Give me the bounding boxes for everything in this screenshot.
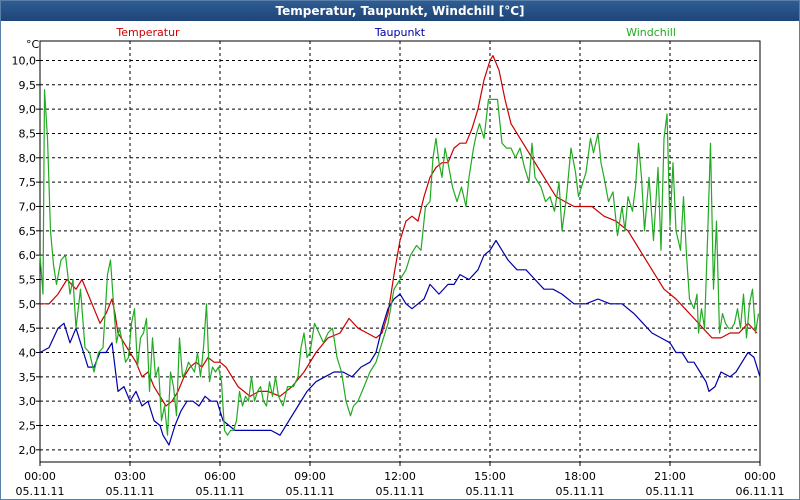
y-tick-label: 9,0 — [19, 103, 37, 116]
x-tick-date: 05.11.11 — [16, 485, 65, 498]
y-tick-label: 7,5 — [19, 176, 37, 189]
y-tick-label: 8,5 — [19, 127, 37, 140]
x-tick-time: 21:00 — [654, 470, 686, 483]
x-tick-date: 05.11.11 — [196, 485, 245, 498]
x-tick-date: 06.11.11 — [736, 485, 785, 498]
y-tick-label: 4,0 — [19, 346, 37, 359]
legend: Temperatur Taupunkt Windchill — [115, 26, 676, 39]
legend-item-temperatur: Temperatur — [115, 26, 180, 39]
x-tick-date: 05.11.11 — [466, 485, 515, 498]
y-tick-label: 2,5 — [19, 419, 37, 432]
x-tick-date: 05.11.11 — [556, 485, 605, 498]
x-axis: 00:00 05.11.11 03:00 05.11.11 06:00 05.11.11 0… — [16, 462, 785, 498]
y-tick-label: 5,0 — [19, 298, 37, 311]
x-tick-time: 00:00 — [24, 470, 56, 483]
x-tick-time: 12:00 — [384, 470, 416, 483]
x-tick-date: 05.11.11 — [106, 485, 155, 498]
y-tick-label: 6,5 — [19, 225, 37, 238]
x-tick-date: 05.11.11 — [376, 485, 425, 498]
x-tick-time: 00:00 — [744, 470, 776, 483]
y-axis: 2,0 2,5 3,0 3,5 4,0 4,5 5,0 5,5 6,0 6,5 7,0 7,5 8,0 8… — [12, 54, 40, 457]
x-tick-time: 06:00 — [204, 470, 236, 483]
y-tick-label: 3,5 — [19, 371, 37, 384]
legend-item-taupunkt: Taupunkt — [374, 26, 426, 39]
x-tick-date: 05.11.11 — [286, 485, 335, 498]
y-tick-label: 8,0 — [19, 152, 37, 165]
y-tick-label: 7,0 — [19, 200, 37, 213]
x-tick-time: 15:00 — [474, 470, 506, 483]
y-tick-label: 10,0 — [12, 54, 37, 67]
y-tick-label: 2,0 — [19, 444, 37, 457]
y-tick-label: 5,5 — [19, 273, 37, 286]
y-axis-unit: °C — [26, 38, 40, 51]
y-tick-label: 3,0 — [19, 395, 37, 408]
y-tick-label: 4,5 — [19, 322, 37, 335]
legend-item-windchill: Windchill — [626, 26, 676, 39]
chart-canvas: 2,0 2,5 3,0 3,5 4,0 4,5 5,0 5,5 6,0 6,5 7,0 7,5 8,0 8… — [12, 26, 785, 498]
y-tick-label: 6,0 — [19, 249, 37, 262]
x-tick-date: 05.11.11 — [646, 485, 695, 498]
x-tick-time: 03:00 — [114, 470, 146, 483]
x-tick-time: 18:00 — [564, 470, 596, 483]
x-tick-time: 09:00 — [294, 470, 326, 483]
y-tick-label: 9,5 — [19, 79, 37, 92]
